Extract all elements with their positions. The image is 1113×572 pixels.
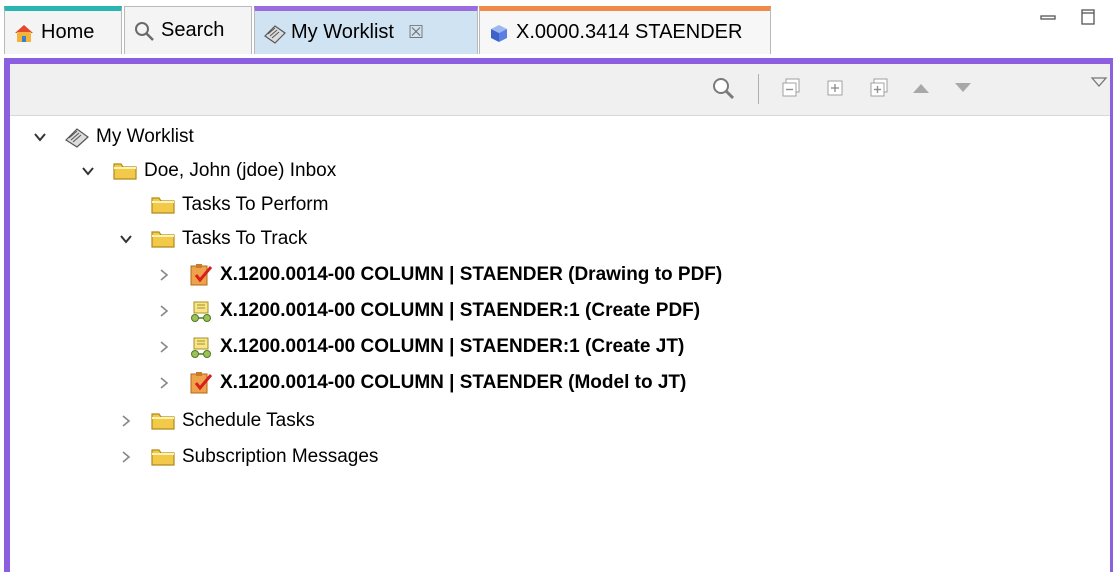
- tree-node-my-worklist[interactable]: My Worklist: [28, 120, 194, 154]
- search-icon[interactable]: [710, 74, 736, 102]
- tree-node-label: X.1200.0014-00 COLUMN | STAENDER:1 (Crea…: [220, 300, 701, 321]
- folder-icon: [150, 227, 176, 251]
- tab-item-label: X.0000.3414 STAENDER: [516, 21, 743, 43]
- tree-node-label: Tasks To Track: [182, 228, 308, 249]
- minimize-icon[interactable]: [1039, 8, 1057, 26]
- tree-node-schedule-tasks[interactable]: Schedule Tasks: [114, 404, 315, 438]
- editor-tab-strip: Home Search My Worklist ☒ X.0000.3414 ST…: [0, 0, 1113, 58]
- tree-node-label: Doe, John (jdoe) Inbox: [144, 160, 337, 181]
- tree-node-label: X.1200.0014-00 COLUMN | STAENDER (Drawin…: [220, 264, 723, 285]
- tree-node-label: Subscription Messages: [182, 446, 379, 467]
- tree-node-task[interactable]: X.1200.0014-00 COLUMN | STAENDER (Drawin…: [152, 258, 722, 292]
- tab-my-worklist-label: My Worklist: [291, 21, 394, 43]
- search-icon: [133, 20, 155, 42]
- tree-node-inbox[interactable]: Doe, John (jdoe) Inbox: [76, 154, 336, 188]
- tree-node-label: X.1200.0014-00 COLUMN | STAENDER (Model …: [220, 372, 687, 393]
- tree-node-task[interactable]: X.1200.0014-00 COLUMN | STAENDER:1 (Crea…: [152, 294, 700, 328]
- task-checked-icon: [188, 371, 214, 395]
- worklist-tree: My Worklist Doe, John (jdoe) Inbox Tasks…: [10, 116, 1110, 572]
- item-cube-icon: [488, 22, 510, 44]
- tree-node-label: X.1200.0014-00 COLUMN | STAENDER:1 (Crea…: [220, 336, 685, 357]
- tree-node-tasks-to-track[interactable]: Tasks To Track: [114, 222, 307, 256]
- tab-home[interactable]: Home: [4, 6, 122, 54]
- folder-icon: [150, 409, 176, 433]
- tree-node-task[interactable]: X.1200.0014-00 COLUMN | STAENDER (Model …: [152, 366, 686, 400]
- tree-node-tasks-to-perform[interactable]: Tasks To Perform: [114, 188, 328, 222]
- worklist-view: My Worklist Doe, John (jdoe) Inbox Tasks…: [4, 58, 1113, 572]
- chevron-down-icon[interactable]: [76, 159, 100, 183]
- task-process-icon: [188, 335, 214, 359]
- tree-node-task[interactable]: X.1200.0014-00 COLUMN | STAENDER:1 (Crea…: [152, 330, 684, 364]
- home-icon: [13, 22, 35, 44]
- close-tab-icon[interactable]: ☒: [408, 22, 424, 43]
- tab-search[interactable]: Search: [124, 6, 252, 54]
- worklist-icon: [263, 22, 286, 44]
- folder-icon: [112, 159, 138, 183]
- expand-icon[interactable]: [822, 74, 848, 102]
- task-process-icon: [188, 299, 214, 323]
- toolbar-separator: [758, 74, 759, 104]
- chevron-right-icon[interactable]: [152, 263, 176, 287]
- tab-home-label: Home: [41, 21, 95, 43]
- tree-node-label: Schedule Tasks: [182, 410, 315, 431]
- chevron-right-icon[interactable]: [114, 409, 138, 433]
- folder-icon: [150, 193, 176, 217]
- tree-node-label: Tasks To Perform: [182, 194, 329, 215]
- chevron-down-icon[interactable]: [114, 227, 138, 251]
- tab-item-x-0000-3414[interactable]: X.0000.3414 STAENDER: [479, 6, 771, 54]
- collapse-all-icon[interactable]: [778, 74, 804, 102]
- view-toolbar: [10, 64, 1110, 116]
- maximize-icon[interactable]: [1079, 8, 1097, 26]
- expand-all-icon[interactable]: [866, 74, 892, 102]
- move-down-icon[interactable]: [950, 74, 976, 102]
- chevron-down-icon[interactable]: [28, 125, 52, 149]
- chevron-right-icon[interactable]: [152, 335, 176, 359]
- tab-search-label: Search: [161, 19, 225, 41]
- chevron-right-icon[interactable]: [114, 445, 138, 469]
- task-checked-icon: [188, 263, 214, 287]
- tree-node-subscription-messages[interactable]: Subscription Messages: [114, 440, 378, 474]
- chevron-right-icon[interactable]: [152, 299, 176, 323]
- chevron-right-icon[interactable]: [152, 371, 176, 395]
- tab-my-worklist[interactable]: My Worklist ☒: [254, 6, 478, 54]
- view-menu-icon[interactable]: [1086, 68, 1112, 96]
- tree-node-label: My Worklist: [96, 126, 194, 147]
- move-up-icon[interactable]: [908, 74, 934, 102]
- folder-icon: [150, 445, 176, 469]
- worklist-icon: [64, 125, 90, 149]
